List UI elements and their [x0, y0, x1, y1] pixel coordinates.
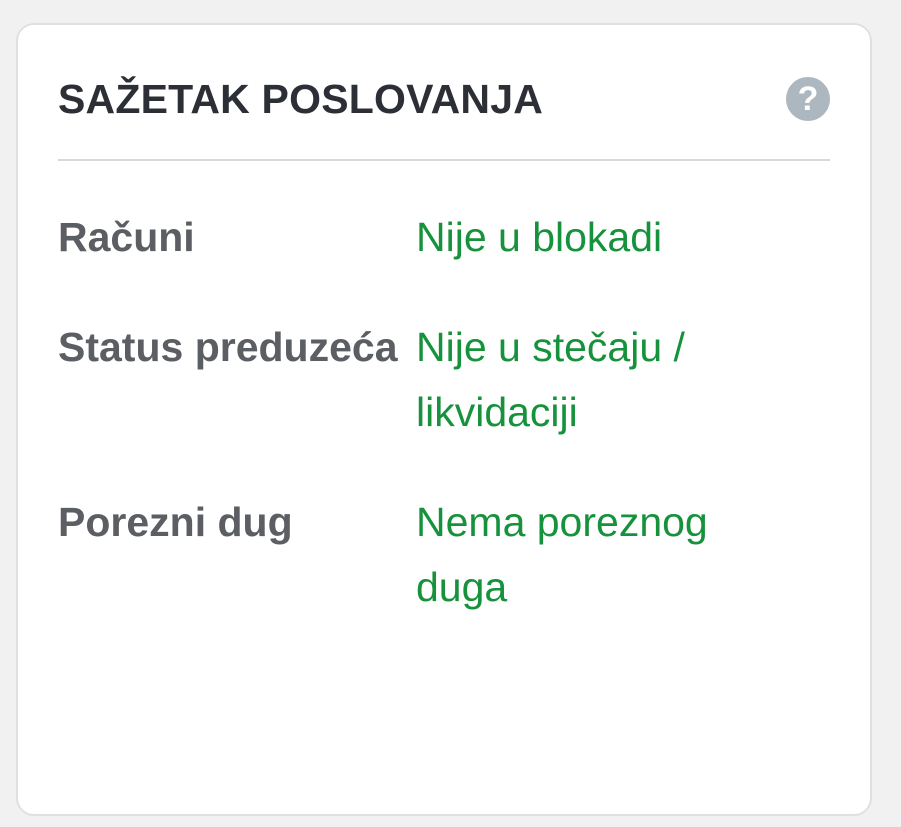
- question-circle-icon[interactable]: ?: [786, 77, 830, 121]
- summary-label: Računi: [58, 214, 195, 260]
- summary-value: Nema poreznog duga: [416, 499, 708, 610]
- summary-row-tax-debt: Porezni dug Nema poreznog duga: [58, 490, 830, 665]
- card-header: SAŽETAK POSLOVANJA ?: [58, 25, 830, 161]
- summary-row-company-status: Status preduzeća Nije u stečaju / likvid…: [58, 315, 830, 490]
- summary-label: Porezni dug: [58, 499, 293, 545]
- summary-value: Nije u blokadi: [416, 214, 663, 260]
- card-title: SAŽETAK POSLOVANJA: [58, 76, 544, 122]
- summary-label: Status preduzeća: [58, 324, 398, 370]
- summary-value: Nije u stečaju / likvidaciji: [416, 324, 685, 435]
- summary-row-accounts: Računi Nije u blokadi: [58, 205, 830, 315]
- summary-list: Računi Nije u blokadi Status preduzeća N…: [58, 205, 830, 665]
- business-summary-card: SAŽETAK POSLOVANJA ? Računi Nije u bloka…: [16, 23, 872, 816]
